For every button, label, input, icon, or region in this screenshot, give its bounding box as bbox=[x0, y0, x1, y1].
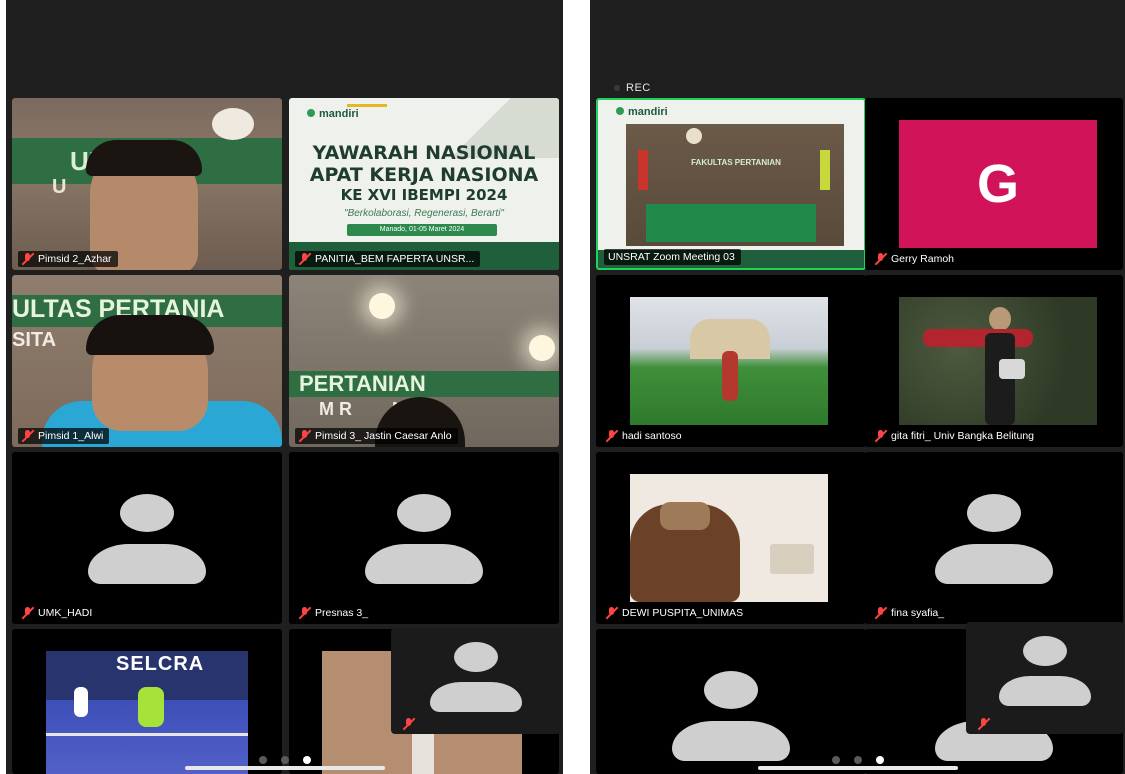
participant-name-label: DEWI PUSPITA_UNIMAS bbox=[602, 605, 749, 621]
university-logo-icon bbox=[212, 108, 254, 140]
participant-video: PERTANIAN M R NGI bbox=[289, 275, 559, 447]
mic-muted-icon bbox=[875, 607, 886, 619]
default-avatar-icon bbox=[672, 671, 790, 763]
participant-photo: SELCRA bbox=[46, 651, 248, 774]
slide-date-badge: Manado, 01-05 Maret 2024 bbox=[347, 224, 497, 236]
participant-tile-umk-hadi[interactable]: UMK_HADI bbox=[12, 452, 282, 624]
self-view-pip[interactable] bbox=[966, 622, 1124, 734]
self-view-pip[interactable] bbox=[391, 628, 561, 734]
participant-tile-gita-fitri[interactable]: gita fitri_ Univ Bangka Belitung bbox=[865, 275, 1123, 447]
university-logo-icon bbox=[686, 128, 702, 144]
participant-video: mandiri FAKULTAS PERTANIAN bbox=[598, 100, 864, 268]
default-avatar-icon bbox=[430, 642, 522, 714]
mic-muted-icon bbox=[978, 718, 989, 730]
mic-muted-icon bbox=[22, 430, 33, 442]
mandiri-logo-icon: mandiri bbox=[307, 108, 359, 120]
left-phone-screen: ULTAS PE U AS SA Pimsid 2_Azhar mandiri … bbox=[6, 0, 563, 774]
participant-tile-fina-syafia[interactable]: fina syafia_ bbox=[865, 452, 1123, 624]
mic-muted-icon bbox=[606, 430, 617, 442]
slide-tagline: "Berkolaborasi, Regenerasi, Berarti" bbox=[344, 208, 504, 219]
page-indicator[interactable] bbox=[831, 756, 884, 764]
slide-title-line: YAWARAH NASIONAL bbox=[312, 142, 536, 164]
page-dot[interactable] bbox=[258, 756, 267, 764]
participant-name-label: PANITIA_BEM FAPERTA UNSR... bbox=[295, 251, 481, 267]
mic-muted-icon bbox=[403, 718, 414, 730]
participant-tile-partial[interactable] bbox=[596, 629, 866, 774]
participant-video: ULTAS PERTANIA SITA TULA bbox=[12, 275, 282, 447]
participant-name-label: hadi santoso bbox=[602, 428, 688, 444]
record-dot-icon bbox=[614, 85, 620, 92]
default-avatar-icon bbox=[88, 494, 206, 586]
mic-muted-icon bbox=[299, 253, 310, 265]
participant-name-label: Gerry Ramoh bbox=[871, 251, 960, 267]
hair-bow-icon bbox=[660, 502, 710, 530]
stage-sign-text: FAKULTAS PERTANIAN bbox=[691, 158, 781, 167]
default-avatar-icon bbox=[999, 636, 1091, 708]
participant-tile-panitia-bem[interactable]: mandiri YAWARAH NASIONAL APAT KERJA NASI… bbox=[289, 98, 559, 270]
participant-name-label: UMK_HADI bbox=[18, 605, 98, 621]
participant-name-label: gita fitri_ Univ Bangka Belitung bbox=[871, 428, 1040, 444]
participant-tile-unsrat-zoom-meeting-03[interactable]: mandiri FAKULTAS PERTANIAN UNSRAT Zoom M… bbox=[596, 98, 866, 270]
page-dot[interactable] bbox=[853, 756, 862, 764]
participant-tile-futsal[interactable]: SELCRA bbox=[12, 629, 282, 774]
right-phone-screen: REC mandiri FAKULTAS PERTANIAN UNSRAT Zo… bbox=[590, 0, 1125, 774]
shared-slide: mandiri YAWARAH NASIONAL APAT KERJA NASI… bbox=[289, 98, 559, 270]
page-dot-active[interactable] bbox=[302, 756, 311, 764]
participant-name-label: UNSRAT Zoom Meeting 03 bbox=[604, 249, 741, 265]
mic-muted-icon bbox=[875, 430, 886, 442]
mic-muted-icon bbox=[299, 607, 310, 619]
page-dot[interactable] bbox=[280, 756, 289, 764]
participant-name-label: Presnas 3_ bbox=[295, 605, 374, 621]
page-dot-active[interactable] bbox=[875, 756, 884, 764]
mic-muted-icon bbox=[299, 430, 310, 442]
initial-avatar: G bbox=[899, 120, 1097, 248]
home-indicator[interactable] bbox=[184, 766, 385, 770]
mic-muted-icon bbox=[22, 253, 33, 265]
participant-name-label: fina syafia_ bbox=[871, 605, 950, 621]
mic-muted-icon bbox=[606, 607, 617, 619]
mic-muted-icon bbox=[875, 253, 886, 265]
stage-table bbox=[646, 204, 816, 242]
participant-tile-pimsid-2-azhar[interactable]: ULTAS PE U AS SA Pimsid 2_Azhar bbox=[12, 98, 282, 270]
participant-tile-hadi-santoso[interactable]: hadi santoso bbox=[596, 275, 866, 447]
default-avatar-icon bbox=[935, 494, 1053, 586]
slide-title-line: APAT KERJA NASIONA bbox=[309, 164, 539, 186]
home-indicator[interactable] bbox=[757, 766, 958, 770]
participant-tile-pimsid-3-jastin[interactable]: PERTANIAN M R NGI Pimsid 3_ Jastin Caesa… bbox=[289, 275, 559, 447]
banner-text: SELCRA bbox=[116, 653, 205, 675]
participant-tile-pimsid-1-alwi[interactable]: ULTAS PERTANIA SITA TULA Pimsid 1_Alwi bbox=[12, 275, 282, 447]
default-avatar-icon bbox=[365, 494, 483, 586]
participant-name-label: Pimsid 2_Azhar bbox=[18, 251, 118, 267]
participant-photo bbox=[630, 297, 828, 425]
participant-tile-dewi-puspita[interactable]: DEWI PUSPITA_UNIMAS bbox=[596, 452, 866, 624]
participant-photo bbox=[899, 297, 1097, 425]
participant-photo bbox=[630, 474, 828, 602]
mandiri-logo-icon: mandiri bbox=[616, 106, 668, 118]
wall-sign-text: PERTANIAN bbox=[299, 371, 426, 396]
page-indicator[interactable] bbox=[258, 756, 311, 764]
participant-tile-presnas-3[interactable]: Presnas 3_ bbox=[289, 452, 559, 624]
page-dot[interactable] bbox=[831, 756, 840, 764]
participant-name-label: Pimsid 1_Alwi bbox=[18, 428, 110, 444]
recording-indicator: REC bbox=[614, 82, 651, 94]
participant-video: ULTAS PE U AS SA bbox=[12, 98, 282, 270]
participant-name-label: Pimsid 3_ Jastin Caesar Anlo bbox=[295, 428, 458, 444]
participant-tile-gerry-ramoh[interactable]: G Gerry Ramoh bbox=[865, 98, 1123, 270]
slide-title-line: KE XVI IBEMPI 2024 bbox=[340, 186, 508, 204]
mic-muted-icon bbox=[22, 607, 33, 619]
